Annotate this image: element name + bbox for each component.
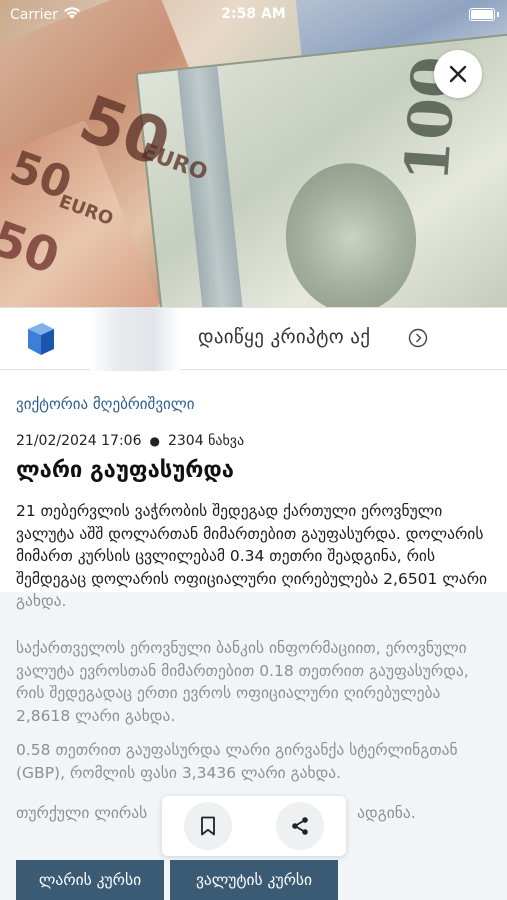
author-link[interactable]: ვიქტორია მღებრიშვილი	[16, 395, 195, 413]
article-meta: 21/02/2024 17:06 ● 2304 ნახვა	[16, 433, 244, 449]
article-paragraph-1: 21 თებერვლის ვაჭრობის შედეგად ქართული ერ…	[16, 502, 488, 610]
status-bar: Carrier 2:58 AM	[0, 0, 507, 30]
battery-icon	[469, 8, 495, 21]
hero-image: 100 50 EURO 50 EURO 50	[0, 0, 507, 307]
close-button[interactable]	[434, 50, 482, 98]
paragraph-4-end: ადგინა.	[357, 804, 416, 822]
share-icon	[292, 817, 308, 835]
publish-date: 21/02/2024 17:06	[16, 433, 142, 449]
chevron-right-circle-icon	[408, 328, 428, 348]
currency-rate-button[interactable]: ვალუტის კურსი	[170, 860, 338, 900]
close-icon	[449, 65, 467, 83]
clock: 2:58 AM	[221, 6, 286, 22]
bookmark-button[interactable]	[184, 802, 232, 850]
article-paragraph-2: საქართველოს ეროვნული ბანკის ინფორმაციით,…	[16, 639, 469, 725]
view-count: 2304 ნახვა	[167, 433, 245, 449]
lari-rate-button[interactable]: ლარის კურსი	[16, 860, 164, 900]
dollar-security-strip	[177, 66, 249, 307]
battery-tip	[497, 12, 499, 17]
ad-banner[interactable]: დაიწყე კრიპტო აქ	[0, 307, 507, 371]
share-button[interactable]	[276, 802, 324, 850]
article-paragraph-3: 0.58 თეთრით გაუფასურდა ლარი გირვანქა სტე…	[16, 741, 458, 782]
bookmark-icon	[201, 816, 215, 836]
cube-logo-icon	[28, 323, 54, 355]
ad-blurred-area	[90, 308, 180, 371]
article-actions	[162, 796, 346, 856]
paragraph-4-start: თურქული ლირას	[16, 804, 148, 822]
article-title: ლარი გაუფასურდა	[16, 458, 234, 483]
meta-separator: ●	[149, 434, 160, 448]
ad-text: დაიწყე კრიპტო აქ	[198, 326, 371, 348]
